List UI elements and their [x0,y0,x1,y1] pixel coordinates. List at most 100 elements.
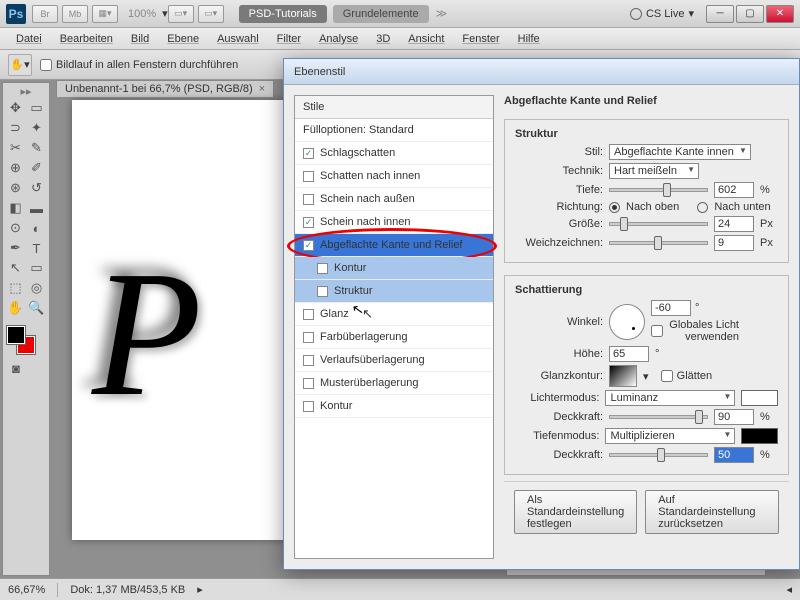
window-minimize[interactable]: ─ [706,5,734,23]
style-item-11[interactable]: Kontur [295,395,493,418]
styles-header[interactable]: Stile [295,96,493,119]
menu-hilfe[interactable]: Hilfe [510,31,548,47]
style-item-3[interactable]: Schein nach innen [295,211,493,234]
type-tool[interactable]: T [26,238,47,258]
angle-widget[interactable] [609,304,645,340]
altitude-input[interactable]: 65 [609,346,649,362]
toolbox-collapse-icon[interactable]: ▸▸ [5,85,47,98]
status-menu-icon[interactable]: ▸ [197,583,203,596]
global-light-checkbox[interactable]: Globales Licht verwenden [651,319,739,343]
quickmask-tool[interactable]: ◙ [5,358,27,378]
dialog-titlebar[interactable]: Ebenenstil [284,59,799,85]
heal-tool[interactable]: ⊕ [5,158,26,178]
scroll-all-checkbox[interactable]: Bildlauf in allen Fenstern durchführen [40,59,238,71]
size-slider[interactable] [609,222,708,226]
style-item-6[interactable]: Struktur [295,280,493,303]
highlight-mode-select[interactable]: Luminanz [605,390,735,406]
document-close-icon[interactable]: × [259,83,265,95]
highlight-color-swatch[interactable] [741,390,778,406]
path-tool[interactable]: ↖ [5,258,26,278]
dodge-tool[interactable]: ◐ [26,218,47,238]
history-brush-tool[interactable]: ↺ [26,178,47,198]
foreground-swatch[interactable] [7,326,25,344]
hand-tool-preset[interactable]: ✋▾ [8,54,32,76]
menu-bild[interactable]: Bild [123,31,157,47]
menu-datei[interactable]: Datei [8,31,50,47]
menu-3d[interactable]: 3D [368,31,398,47]
brush-tool[interactable]: ✐ [26,158,47,178]
marquee-tool[interactable]: ▭ [26,98,47,118]
screenmode-button[interactable]: ▭▾ [198,5,224,23]
wand-tool[interactable]: ✦ [26,118,47,138]
zoom-tool[interactable]: 🔍 [26,298,47,318]
menu-filter[interactable]: Filter [269,31,309,47]
lasso-tool[interactable]: ⊃ [5,118,26,138]
cslive-button[interactable]: CS Live [646,8,685,20]
shape-tool[interactable]: ▭ [26,258,47,278]
scrollbar-left-icon[interactable]: ◂ [786,583,792,596]
blend-options-item[interactable]: Fülloptionen: Standard [295,119,493,142]
viewextras-button[interactable]: ▦▾ [92,5,118,23]
angle-input[interactable]: -60 [651,300,691,316]
pen-tool[interactable]: ✒ [5,238,26,258]
style-item-9[interactable]: Verlaufsüberlagerung [295,349,493,372]
style-select[interactable]: Abgeflachte Kante innen [609,144,751,160]
workspace-tab[interactable]: Grundelemente [333,5,429,23]
menu-ansicht[interactable]: Ansicht [400,31,452,47]
workspace-tab-active[interactable]: PSD-Tutorials [239,5,327,23]
status-zoom[interactable]: 66,67% [8,584,45,596]
reset-default-button[interactable]: Auf Standardeinstellung zurücksetzen [645,490,779,534]
shadow-mode-select[interactable]: Multiplizieren [605,428,735,444]
style-checkbox[interactable] [317,286,328,297]
shadow-color-swatch[interactable] [741,428,778,444]
minibridge-button[interactable]: Mb [62,5,88,23]
document-tab[interactable]: Unbenannt-1 bei 66,7% (PSD, RGB/8) × [56,80,274,97]
eraser-tool[interactable]: ◧ [5,198,26,218]
menu-ebene[interactable]: Ebene [159,31,207,47]
make-default-button[interactable]: Als Standardeinstellung festlegen [514,490,637,534]
style-checkbox[interactable] [303,401,314,412]
shadow-opacity-slider[interactable] [609,453,708,457]
style-item-2[interactable]: Schein nach außen [295,188,493,211]
style-item-10[interactable]: Musterüberlagerung [295,372,493,395]
style-checkbox[interactable] [303,378,314,389]
style-checkbox[interactable] [317,263,328,274]
gloss-contour[interactable] [609,365,637,387]
status-docinfo[interactable]: Dok: 1,37 MB/453,5 KB [70,584,185,596]
window-maximize[interactable]: ▢ [736,5,764,23]
soften-input[interactable]: 9 [714,235,754,251]
blur-tool[interactable]: ⊙ [5,218,26,238]
highlight-opacity-input[interactable]: 90 [714,409,754,425]
style-checkbox[interactable] [303,240,314,251]
style-item-1[interactable]: Schatten nach innen [295,165,493,188]
menu-bearbeiten[interactable]: Bearbeiten [52,31,121,47]
workspace-more-icon[interactable]: ≫ [436,7,448,20]
style-item-4[interactable]: Abgeflachte Kante und Relief [295,234,493,257]
style-item-7[interactable]: Glanz↖ [295,303,493,326]
style-checkbox[interactable] [303,217,314,228]
arrange-button[interactable]: ▭▾ [168,5,194,23]
dir-up-radio[interactable] [609,202,620,213]
3d-tool[interactable]: ⬚ [5,278,26,298]
gradient-tool[interactable]: ▬ [26,198,47,218]
style-item-5[interactable]: Kontur [295,257,493,280]
menu-analyse[interactable]: Analyse [311,31,366,47]
antialias-checkbox[interactable]: Glätten [661,370,749,382]
hand-tool[interactable]: ✋ [5,298,26,318]
technique-select[interactable]: Hart meißeln [609,163,699,179]
window-close[interactable]: ✕ [766,5,794,23]
style-checkbox[interactable] [303,194,314,205]
style-checkbox[interactable] [303,148,314,159]
style-checkbox[interactable] [303,309,314,320]
style-checkbox[interactable] [303,355,314,366]
style-item-0[interactable]: Schlagschatten [295,142,493,165]
eyedropper-tool[interactable]: ✎ [26,138,47,158]
crop-tool[interactable]: ✂ [5,138,26,158]
3d-cam-tool[interactable]: ◎ [26,278,47,298]
style-checkbox[interactable] [303,332,314,343]
shadow-opacity-input[interactable]: 50 [714,447,754,463]
zoom-display[interactable]: 100% [128,8,156,20]
size-input[interactable]: 24 [714,216,754,232]
stamp-tool[interactable]: ⊛ [5,178,26,198]
highlight-opacity-slider[interactable] [609,415,708,419]
